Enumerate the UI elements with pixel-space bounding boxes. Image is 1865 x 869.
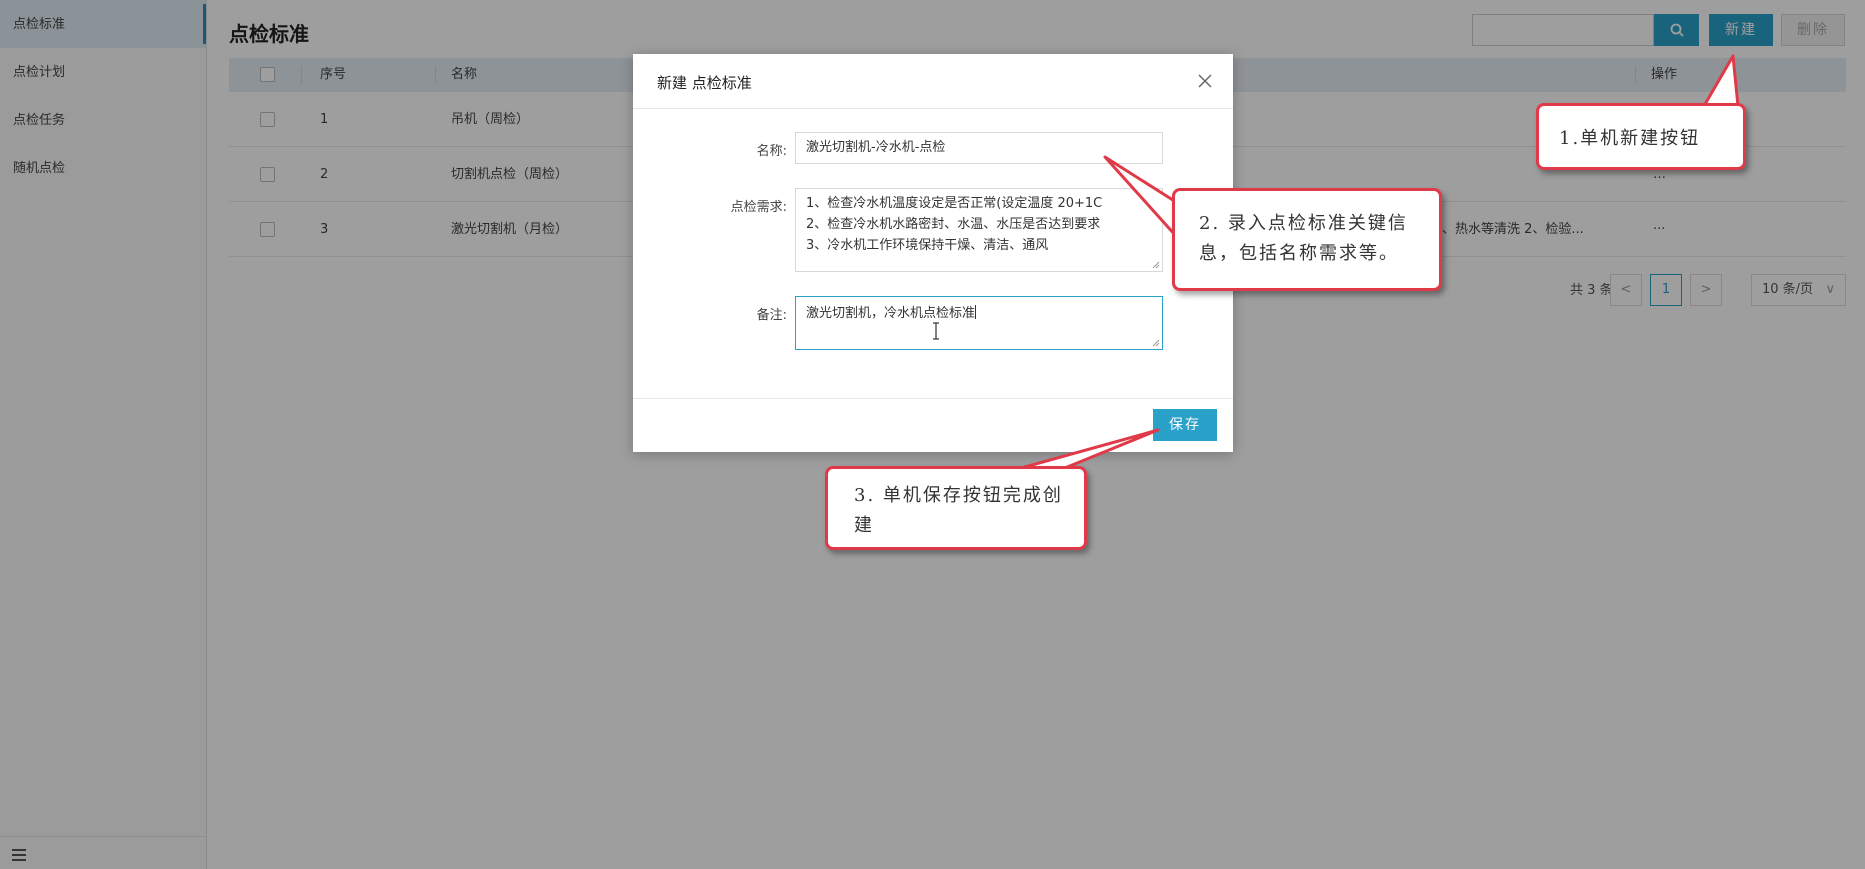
name-label: 名称:: [756, 144, 787, 159]
note-label: 备注:: [756, 308, 787, 323]
text-caret: [975, 305, 977, 319]
save-button[interactable]: 保存: [1153, 409, 1217, 441]
note-textarea[interactable]: 激光切割机，冷水机点检标准: [795, 296, 1163, 350]
callout-text: 3. 单机保存按钮完成创建: [854, 485, 1063, 536]
new-standard-dialog: 新建 点检标准 名称: 激光切割机-冷水机-点检 点检需求: 1、检查冷水机温度…: [633, 54, 1233, 452]
requirement-textarea[interactable]: 1、检查冷水机温度设定是否正常(设定温度 20+1C 2、检查冷水机水路密封、水…: [795, 188, 1163, 272]
callout-enter-info: 2. 录入点检标准关键信息，包括名称需求等。: [1172, 188, 1442, 291]
requirement-line: 1、检查冷水机温度设定是否正常(设定温度 20+1C: [806, 196, 1103, 211]
requirement-line: 2、检查冷水机水路密封、水温、水压是否达到要求: [806, 217, 1101, 232]
name-field[interactable]: 激光切割机-冷水机-点检: [795, 132, 1163, 164]
close-icon[interactable]: [1197, 73, 1213, 89]
requirement-label: 点检需求:: [730, 200, 787, 215]
dialog-footer: 保存: [633, 398, 1233, 452]
resize-handle-icon[interactable]: [1152, 261, 1160, 269]
dialog-title: 新建 点检标准: [657, 74, 752, 92]
resize-handle-icon[interactable]: [1152, 339, 1160, 347]
note-value: 激光切割机，冷水机点检标准: [806, 306, 976, 321]
dialog-header: 新建 点检标准: [633, 54, 1233, 109]
callout-text: 1.单机新建按钮: [1559, 128, 1701, 149]
text-cursor-icon: [933, 322, 939, 340]
callout-text: 2. 录入点检标准关键信息，包括名称需求等。: [1199, 213, 1408, 264]
requirement-line: 3、冷水机工作环境保持干燥、清洁、通风: [806, 238, 1049, 253]
callout-new-button: 1.单机新建按钮: [1536, 103, 1746, 170]
callout-save-button: 3. 单机保存按钮完成创建: [825, 466, 1087, 550]
